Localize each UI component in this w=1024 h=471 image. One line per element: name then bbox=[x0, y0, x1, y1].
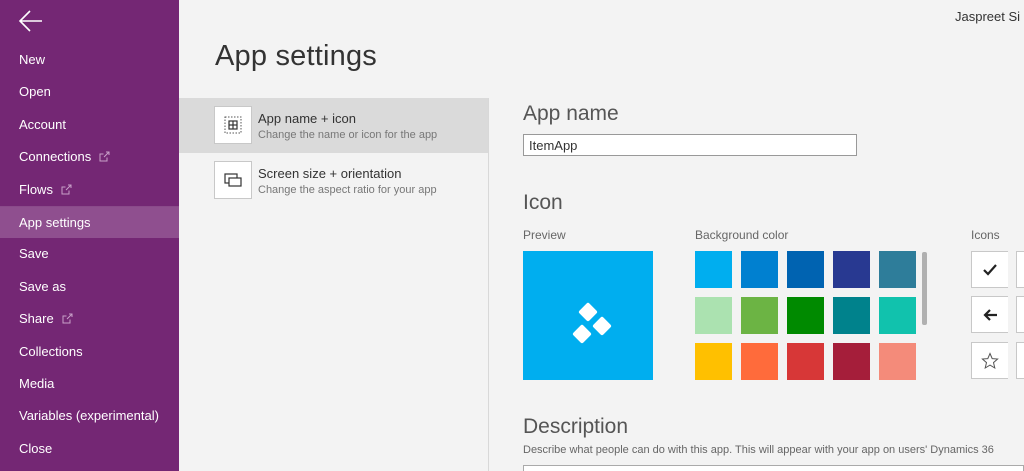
sidebar-item-label: Connections bbox=[19, 149, 92, 165]
arrow-left-icon bbox=[983, 308, 997, 321]
icon-heading: Icon bbox=[523, 191, 563, 214]
color-swatch[interactable] bbox=[833, 343, 870, 380]
sidebar-item-media[interactable]: Media bbox=[0, 368, 179, 400]
star-icon-option[interactable] bbox=[971, 342, 1008, 379]
icon-preview bbox=[523, 251, 653, 380]
sidebar-item-label: Collections bbox=[19, 343, 83, 359]
settings-list: App name + icon Change the name or icon … bbox=[179, 98, 488, 208]
app-grid-icon bbox=[214, 106, 252, 144]
settings-item-subtitle: Change the name or icon for the app bbox=[258, 129, 438, 141]
sidebar-item-label: Save as bbox=[19, 278, 66, 294]
icon-option-partial[interactable] bbox=[1016, 251, 1024, 288]
color-swatch[interactable] bbox=[787, 297, 824, 334]
page-title: App settings bbox=[215, 40, 377, 72]
sidebar-item-label: Close bbox=[19, 440, 53, 456]
sidebar-item-label: New bbox=[19, 52, 46, 67]
app-logo-icon bbox=[572, 302, 612, 344]
sidebar-item-account[interactable]: Account bbox=[0, 109, 179, 141]
sidebar-nav: New Open Account Connections Flows App settin… bbox=[0, 44, 179, 465]
sidebar-item-share[interactable]: Share bbox=[0, 303, 179, 335]
color-swatch[interactable] bbox=[741, 251, 778, 288]
color-swatch[interactable] bbox=[741, 343, 778, 380]
color-swatch[interactable] bbox=[879, 297, 916, 334]
back-arrow-icon[interactable] bbox=[18, 8, 44, 34]
external-link-icon bbox=[61, 175, 72, 207]
color-swatch[interactable] bbox=[695, 343, 732, 380]
description-input[interactable] bbox=[523, 465, 1024, 471]
panel-divider bbox=[488, 98, 489, 471]
color-swatch[interactable] bbox=[787, 251, 824, 288]
sidebar-item-label: App settings bbox=[19, 214, 91, 230]
arrow-left-icon-option[interactable] bbox=[971, 296, 1008, 333]
background-color-label: Background color bbox=[695, 228, 789, 242]
swatch-scrollbar[interactable] bbox=[922, 252, 927, 325]
sidebar-item-variables-experimental[interactable]: Variables (experimental) bbox=[0, 400, 179, 432]
sidebar-item-app-settings[interactable]: App settings bbox=[0, 205, 179, 239]
star-icon bbox=[981, 351, 999, 369]
description-heading: Description bbox=[523, 415, 629, 438]
app-name-input[interactable] bbox=[523, 134, 857, 156]
sidebar-item-label: Variables (experimental) bbox=[19, 408, 159, 424]
sidebar-item-save-as[interactable]: Save as bbox=[0, 271, 179, 303]
sidebar-item-label: Media bbox=[19, 375, 55, 391]
icon-option-partial[interactable] bbox=[1016, 296, 1024, 333]
sidebar-item-label: Share bbox=[19, 311, 54, 327]
color-swatch[interactable] bbox=[879, 343, 916, 380]
settings-item-title: Screen size + orientation bbox=[258, 166, 402, 181]
checkmark-icon bbox=[983, 263, 997, 276]
color-swatch[interactable] bbox=[833, 297, 870, 334]
icons-label: Icons bbox=[971, 228, 1000, 242]
sidebar-item-open[interactable]: Open bbox=[0, 76, 179, 108]
sidebar-item-connections[interactable]: Connections bbox=[0, 141, 179, 173]
checkmark-icon-option[interactable] bbox=[971, 251, 1008, 288]
color-swatch[interactable] bbox=[787, 343, 824, 380]
external-link-icon bbox=[99, 142, 110, 174]
external-link-icon bbox=[62, 304, 73, 336]
color-swatch[interactable] bbox=[695, 297, 732, 334]
color-swatch[interactable] bbox=[879, 251, 916, 288]
sidebar-item-label: Flows bbox=[19, 181, 53, 197]
sidebar: New Open Account Connections Flows App settin… bbox=[0, 0, 179, 471]
settings-item-screen-size[interactable]: Screen size + orientation Change the asp… bbox=[179, 153, 488, 208]
sidebar-item-close[interactable]: Close bbox=[0, 433, 179, 465]
description-help-text: Describe what people can do with this ap… bbox=[523, 444, 994, 456]
icon-option-partial[interactable] bbox=[1016, 342, 1024, 379]
preview-label: Preview bbox=[523, 228, 566, 242]
sidebar-item-label: Open bbox=[19, 84, 51, 100]
sidebar-item-save[interactable]: Save bbox=[0, 238, 179, 270]
settings-item-subtitle: Change the aspect ratio for your app bbox=[258, 184, 437, 196]
sidebar-item-label: Account bbox=[19, 116, 66, 132]
sidebar-item-flows[interactable]: Flows bbox=[0, 174, 179, 206]
settings-item-app-name-icon[interactable]: App name + icon Change the name or icon … bbox=[179, 98, 488, 153]
sidebar-item-new[interactable]: New bbox=[0, 44, 179, 76]
settings-item-title: App name + icon bbox=[258, 111, 356, 126]
user-name[interactable]: Jaspreet Si bbox=[955, 9, 1020, 24]
sidebar-item-collections[interactable]: Collections bbox=[0, 336, 179, 368]
color-swatch[interactable] bbox=[695, 251, 732, 288]
color-swatch[interactable] bbox=[741, 297, 778, 334]
color-swatch[interactable] bbox=[833, 251, 870, 288]
sidebar-item-label: Save bbox=[19, 246, 49, 262]
app-name-heading: App name bbox=[523, 102, 619, 125]
screen-size-icon bbox=[214, 161, 252, 199]
